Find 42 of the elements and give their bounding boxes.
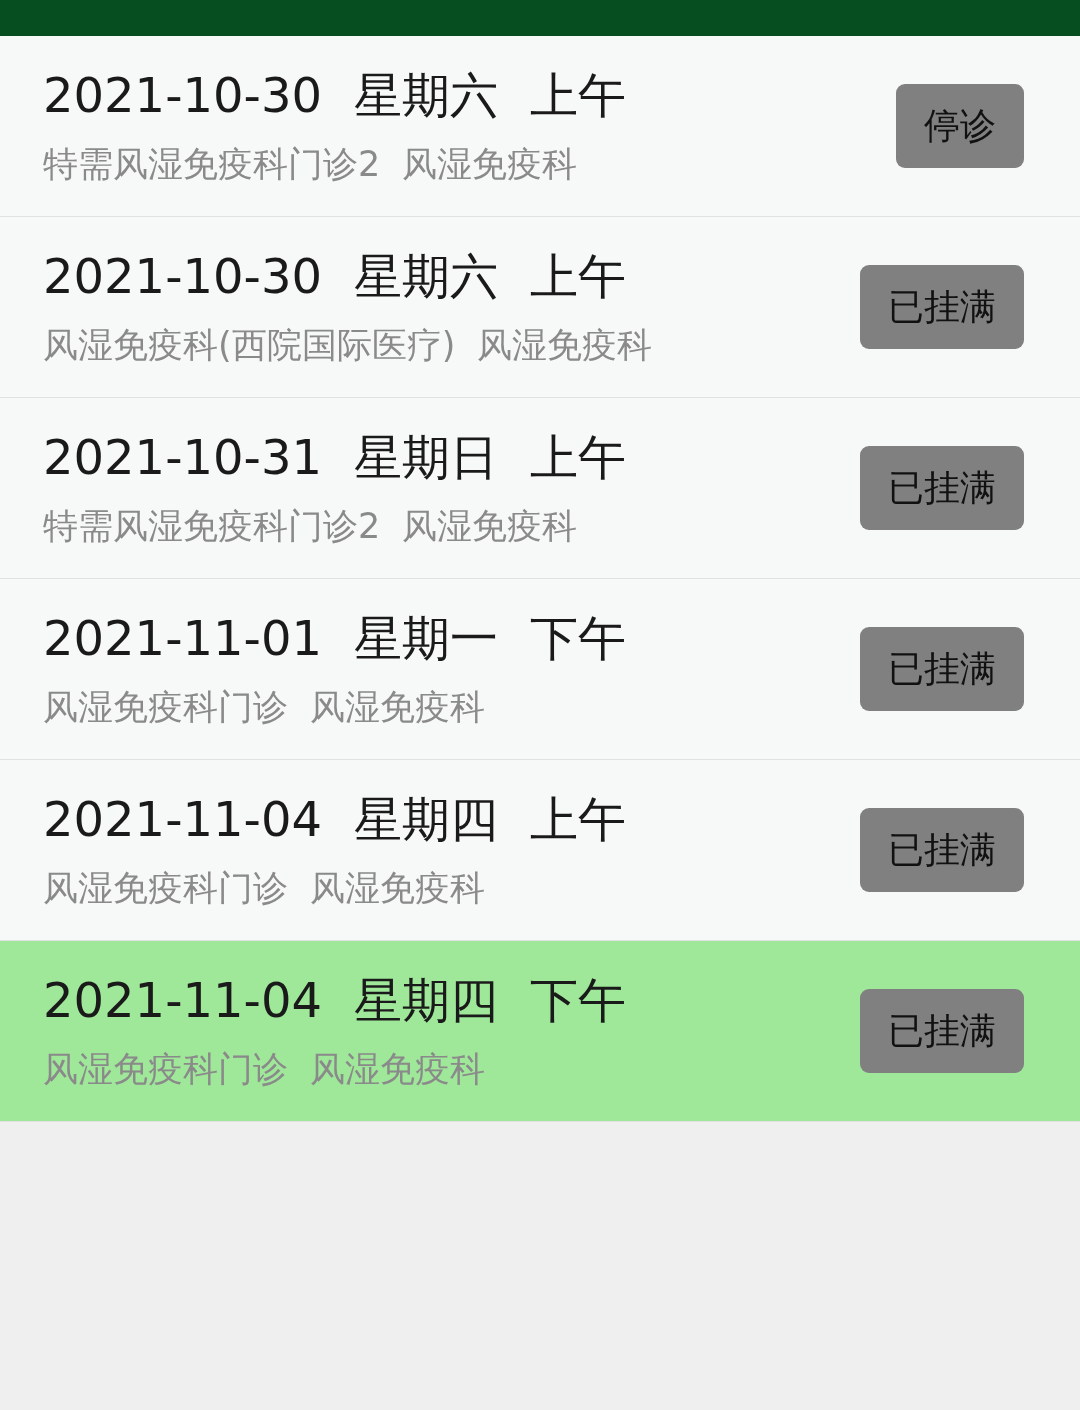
period-text: 下午	[529, 971, 626, 1029]
schedule-row[interactable]: 2021-10-31 星期日 上午 特需风湿免疫科门诊2 风湿免疫科 已挂满	[0, 398, 1080, 579]
department-text: 风湿免疫科	[402, 143, 578, 186]
clinic-text: 风湿免疫科门诊	[43, 867, 288, 910]
clinic-text: 特需风湿免疫科门诊2	[43, 143, 381, 186]
period-text: 上午	[529, 66, 626, 124]
period-text: 上午	[529, 428, 626, 486]
period-text: 下午	[529, 609, 626, 667]
date-text: 2021-11-01	[43, 609, 322, 667]
weekday-text: 星期一	[353, 609, 498, 667]
department-text: 风湿免疫科	[310, 1048, 485, 1091]
clinic-text: 风湿免疫科门诊	[43, 686, 288, 729]
clinic-text: 风湿免疫科(西院国际医疗)	[43, 324, 456, 367]
status-button[interactable]: 已挂满	[860, 627, 1024, 711]
date-text: 2021-10-31	[43, 428, 322, 486]
date-text: 2021-10-30	[43, 247, 322, 305]
status-button[interactable]: 停诊	[896, 84, 1024, 168]
date-text: 2021-11-04	[43, 790, 322, 848]
schedule-row[interactable]: 2021-10-30 星期六 上午 风湿免疫科(西院国际医疗) 风湿免疫科 已挂满	[0, 217, 1080, 398]
schedule-row[interactable]: 2021-11-04 星期四 下午 风湿免疫科门诊 风湿免疫科 已挂满	[0, 941, 1080, 1122]
clinic-text: 风湿免疫科门诊	[43, 1048, 288, 1091]
schedule-row[interactable]: 2021-11-04 星期四 上午 风湿免疫科门诊 风湿免疫科 已挂满	[0, 760, 1080, 941]
status-button[interactable]: 已挂满	[860, 265, 1024, 349]
status-button[interactable]: 已挂满	[860, 446, 1024, 530]
department-text: 风湿免疫科	[402, 505, 578, 548]
period-text: 上午	[529, 790, 626, 848]
status-button[interactable]: 已挂满	[860, 989, 1024, 1073]
department-text: 风湿免疫科	[477, 324, 653, 367]
schedule-row[interactable]: 2021-11-01 星期一 下午 风湿免疫科门诊 风湿免疫科 已挂满	[0, 579, 1080, 760]
period-text: 上午	[529, 247, 626, 305]
department-text: 风湿免疫科	[310, 867, 485, 910]
status-button[interactable]: 已挂满	[860, 808, 1024, 892]
weekday-text: 星期日	[353, 428, 498, 486]
weekday-text: 星期六	[353, 247, 498, 305]
department-text: 风湿免疫科	[310, 686, 485, 729]
weekday-text: 星期六	[353, 66, 498, 124]
clinic-text: 特需风湿免疫科门诊2	[43, 505, 381, 548]
weekday-text: 星期四	[353, 971, 498, 1029]
date-text: 2021-11-04	[43, 971, 322, 1029]
date-text: 2021-10-30	[43, 66, 322, 124]
schedule-row[interactable]: 2021-10-30 星期六 上午 特需风湿免疫科门诊2 风湿免疫科 停诊	[0, 36, 1080, 217]
weekday-text: 星期四	[353, 790, 498, 848]
